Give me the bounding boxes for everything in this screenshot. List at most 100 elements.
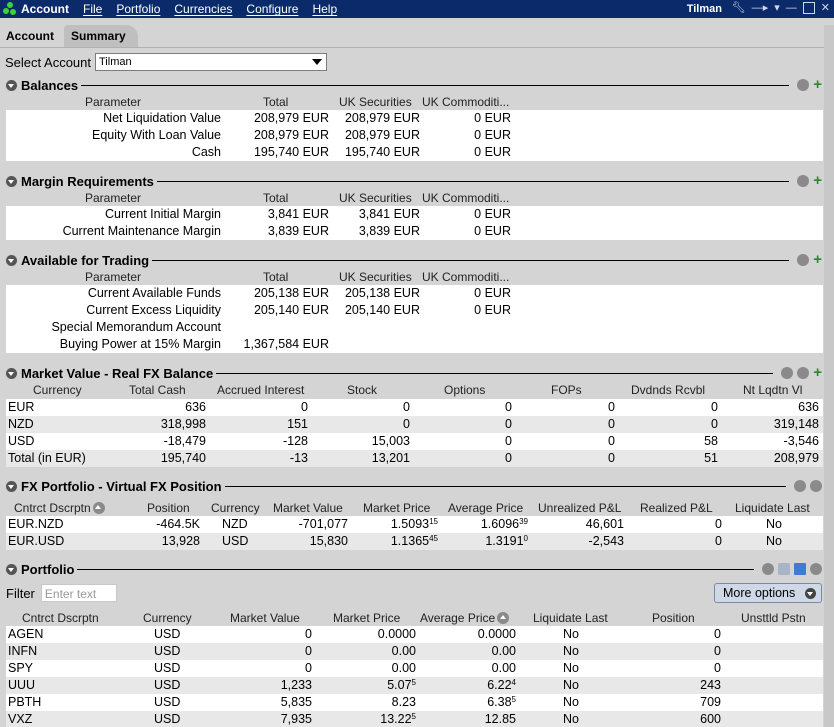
uk-comm-cell: 0 EUR (474, 145, 511, 159)
table-row[interactable]: AGEN USD 0 0.0000 0.0000 No 0 (6, 626, 823, 643)
settings-icon[interactable] (810, 563, 822, 575)
table-row[interactable]: EUR.NZD -464.5K NZD -701,077 1.509315 1.60963… (6, 516, 823, 533)
col-uk-securities: UK Securities (339, 191, 412, 205)
balances-table: Parameter Total UK Securities UK Commodi… (6, 94, 823, 161)
market-price-cell-main: 5.07 (387, 678, 412, 692)
table-row[interactable]: VXZ USD 7,935 13.225 12.85 No 600 (6, 711, 823, 727)
col-contract[interactable]: Cntrct Dscrptn (14, 501, 105, 515)
menu-help[interactable]: Help (312, 2, 337, 16)
table-row[interactable]: SPY USD 0 0.00 0.00 No 0 (6, 660, 823, 677)
more-options-button[interactable]: More options (714, 583, 822, 603)
maximize-icon[interactable] (802, 1, 815, 14)
collapse-toggle-icon[interactable] (6, 254, 17, 266)
col-average-price[interactable]: Average Price (420, 611, 510, 625)
wrench-icon[interactable]: 🔧︎ (732, 1, 746, 14)
fx-portfolio-header: FX Portfolio - Virtual FX Position (6, 478, 822, 494)
col-options: Options (444, 383, 486, 397)
average-price-cell-main: 1.6096 (480, 517, 520, 531)
currency-cell: USD (154, 678, 181, 692)
collapse-toggle-icon[interactable] (6, 367, 17, 379)
net-liq-cell: 208,979 (773, 451, 819, 465)
position-cell: 600 (700, 712, 721, 726)
fx-portfolio-rows: EUR.NZD -464.5K NZD -701,077 1.509315 1.60963… (6, 516, 823, 550)
divider (152, 259, 790, 261)
link-icon[interactable] (794, 480, 806, 492)
contract-cell: INFN (8, 644, 38, 658)
portfolio-title: Portfolio (21, 561, 75, 577)
menu-currencies[interactable]: Currencies (174, 2, 232, 16)
table-row[interactable]: INFN USD 0 0.00 0.00 No 0 (6, 643, 823, 660)
menu-configure[interactable]: Configure (246, 2, 298, 16)
margin-header: Margin Requirements + (6, 173, 822, 189)
average-price-cell-main: 0.00 (491, 661, 516, 675)
param-cell: Current Excess Liquidity (86, 303, 221, 317)
add-icon[interactable]: + (813, 77, 822, 92)
pin-icon[interactable]: ―▸ (752, 1, 769, 14)
collapse-toggle-icon[interactable] (6, 563, 17, 575)
col-unsettled-position: Unsttld Pstn (741, 611, 806, 625)
market-price-cell-main: 8.23 (391, 695, 416, 709)
sort-ascending-icon[interactable] (92, 502, 105, 514)
market-price-cell-fraction: 45 (429, 534, 438, 543)
col-currency: Currency (33, 383, 82, 397)
uk-comm-cell: 0 EUR (474, 128, 511, 142)
menu-file[interactable]: File (83, 2, 102, 16)
position-cell: 243 (700, 678, 721, 692)
divider (156, 180, 790, 182)
market-price-cell-fraction: 15 (429, 517, 438, 526)
position-cell: 0 (714, 644, 721, 658)
collapse-toggle-icon[interactable] (6, 480, 17, 492)
average-price-cell-fraction: 0 (523, 534, 528, 543)
collapse-toggle-icon[interactable] (6, 175, 17, 187)
app-logo-icon (3, 2, 17, 16)
link-icon[interactable] (781, 367, 794, 379)
select-account-label: Select Account (5, 54, 91, 70)
sort-ascending-icon[interactable] (497, 612, 510, 624)
average-price-cell: 0.0000 (426, 627, 516, 641)
contract-cell: UUU (8, 678, 36, 692)
tab-account[interactable]: Account (0, 25, 62, 47)
add-icon[interactable]: + (813, 365, 822, 380)
contract-cell: VXZ (8, 712, 33, 726)
table-row: Cash 195,740 EUR 195,740 EUR 0 EUR (6, 144, 823, 161)
accrued-interest-cell: 151 (287, 417, 308, 431)
add-icon[interactable]: + (813, 173, 822, 188)
divider (77, 568, 754, 570)
settings-icon[interactable] (797, 79, 810, 91)
scrollbar[interactable] (824, 25, 834, 727)
margin-title: Margin Requirements (21, 173, 154, 189)
market-price-cell: 1.136545 (356, 534, 438, 548)
link-icon[interactable] (762, 563, 774, 575)
currency-cell: NZD (222, 517, 248, 531)
table-row[interactable]: PBTH USD 5,835 8.23 6.385 No 709 (6, 694, 823, 711)
table-row: Equity With Loan Value 208,979 EUR 208,9… (6, 127, 823, 144)
close-icon[interactable]: ✕ (821, 1, 830, 14)
tab-summary[interactable]: Summary (64, 25, 138, 47)
account-select[interactable]: Tilman (95, 53, 327, 71)
stock-cell: 13,201 (371, 451, 410, 465)
uk-sec-cell: 208,979 EUR (344, 111, 420, 125)
calendar-icon[interactable] (778, 563, 790, 575)
chevron-down-icon[interactable]: ▾ (774, 1, 780, 14)
market-price-cell-main: 0.0000 (377, 627, 416, 641)
col-accrued-interest: Accrued Interest (217, 383, 305, 397)
accrued-interest-cell: -13 (289, 451, 308, 465)
window-icon[interactable] (794, 563, 806, 575)
settings-icon[interactable] (810, 480, 822, 492)
col-parameter: Parameter (85, 191, 142, 205)
settings-icon[interactable] (797, 175, 810, 187)
settings-icon[interactable] (797, 367, 810, 379)
col-unrealized-pnl: Unrealized P&L (538, 501, 622, 515)
table-row[interactable]: UUU USD 1,233 5.075 6.224 No 243 (6, 677, 823, 694)
filter-input[interactable]: Enter text (40, 584, 117, 602)
add-icon[interactable]: + (813, 252, 822, 267)
market-price-cell: 5.075 (326, 678, 416, 692)
col-position: Position (147, 501, 190, 515)
col-fops: FOPs (551, 383, 582, 397)
menu-portfolio[interactable]: Portfolio (116, 2, 160, 16)
settings-icon[interactable] (797, 254, 810, 266)
collapse-toggle-icon[interactable] (6, 79, 17, 91)
table-header: Currency Total Cash Accrued Interest Sto… (6, 382, 823, 398)
minimize-icon[interactable]: ― (786, 2, 797, 14)
table-row[interactable]: EUR.USD 13,928 USD 15,830 1.136545 1.31910 -2,… (6, 533, 823, 550)
